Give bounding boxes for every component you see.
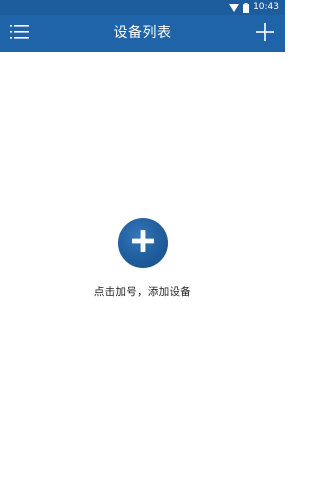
battery-icon bbox=[243, 2, 250, 13]
plus-icon bbox=[256, 23, 274, 45]
add-device-circle-button[interactable] bbox=[117, 218, 168, 268]
empty-hint-text: 点击加号，添加设备 bbox=[93, 286, 192, 298]
app-bar: 设备列表 bbox=[0, 15, 285, 52]
empty-state: 点击加号，添加设备 bbox=[0, 218, 285, 299]
status-icons: 10:43 bbox=[229, 1, 279, 14]
plus-icon bbox=[131, 229, 155, 257]
status-bar: 10:43 bbox=[0, 0, 285, 15]
status-time: 10:43 bbox=[253, 2, 279, 12]
page-title: 设备列表 bbox=[113, 25, 172, 41]
add-device-button[interactable] bbox=[253, 22, 277, 46]
wifi-icon bbox=[229, 3, 240, 12]
